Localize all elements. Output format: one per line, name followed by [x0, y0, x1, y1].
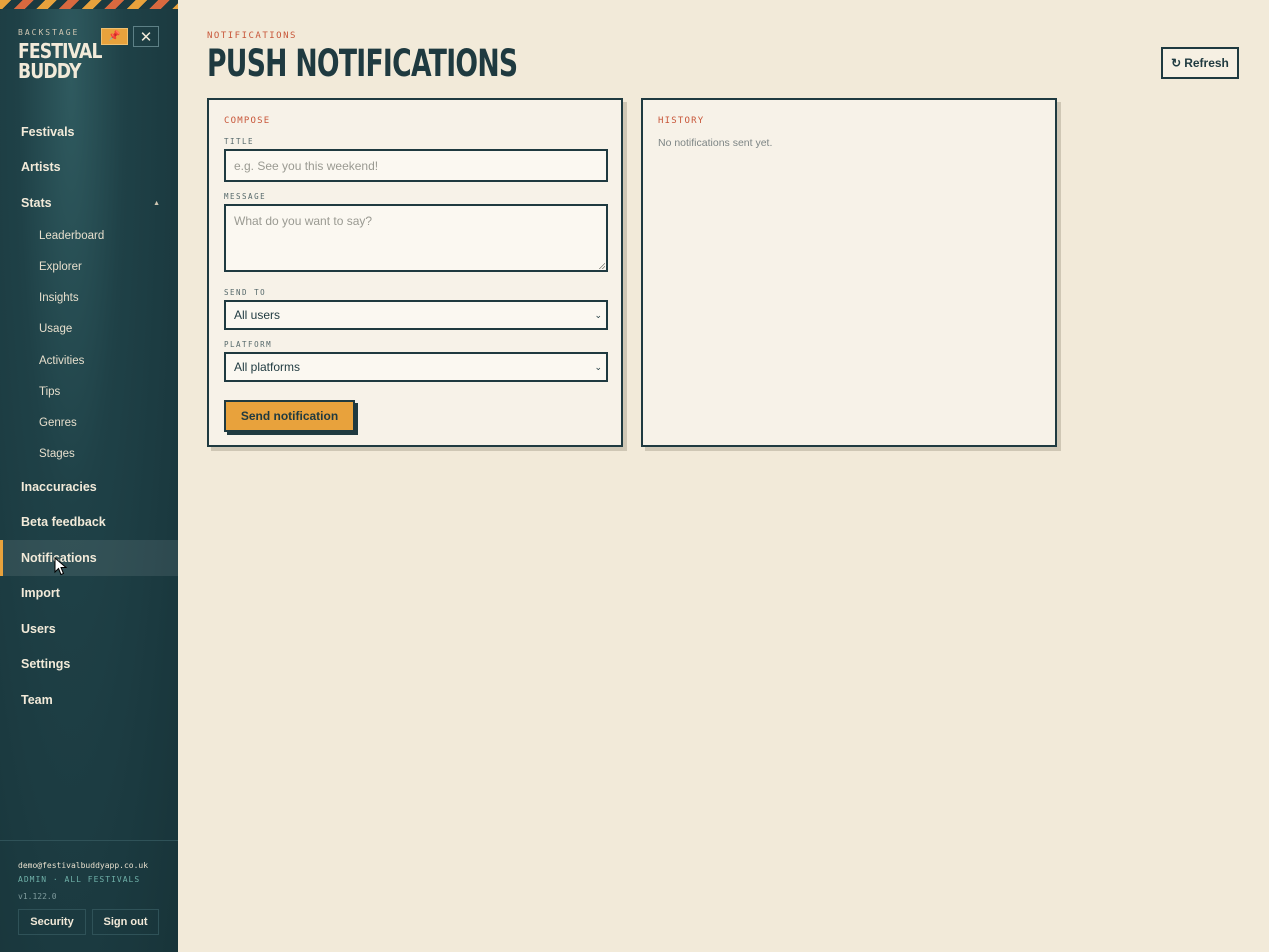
sidebar-item-usage[interactable]: Usage: [0, 311, 178, 347]
title-label: TITLE: [224, 137, 255, 146]
sidebar-item-inaccuracies[interactable]: Inaccuracies: [0, 469, 178, 505]
sidebar-item-label: Insights: [39, 292, 79, 304]
sidebar-item-label: Genres: [39, 417, 77, 429]
send-to-value: All users: [234, 308, 281, 322]
sidebar-item-label: Stats: [21, 196, 52, 210]
pin-sidebar-button[interactable]: 📌: [101, 28, 128, 45]
message-textarea[interactable]: What do you want to say?: [224, 204, 608, 272]
sidebar-item-label: Inaccuracies: [21, 480, 97, 494]
message-label: MESSAGE: [224, 192, 267, 201]
sidebar-item-notifications[interactable]: Notifications: [0, 540, 178, 576]
sidebar-item-festivals[interactable]: Festivals: [0, 114, 178, 150]
history-heading: HISTORY: [658, 116, 705, 126]
sidebar-item-stats[interactable]: Stats ▲: [0, 185, 178, 221]
refresh-button[interactable]: ↻ Refresh: [1161, 47, 1239, 79]
sidebar-item-label: Tips: [39, 386, 61, 398]
caret-up-icon: ▲: [153, 199, 160, 207]
compose-card: COMPOSE TITLE e.g. See you this weekend!…: [207, 98, 623, 447]
resize-handle-icon[interactable]: [599, 263, 605, 269]
sidebar: BACKSTAGE FESTIVAL BUDDY 📌 ✕ Festivals A…: [0, 0, 178, 952]
user-email: demo@festivalbuddyapp.co.uk: [18, 861, 149, 870]
brand-logo: BACKSTAGE FESTIVAL BUDDY: [18, 28, 102, 83]
sign-out-button[interactable]: Sign out: [92, 909, 159, 935]
refresh-label: Refresh: [1184, 56, 1229, 70]
title-input[interactable]: e.g. See you this weekend!: [224, 149, 608, 182]
sidebar-item-label: Beta feedback: [21, 515, 106, 529]
brand-kicker: BACKSTAGE: [18, 28, 80, 37]
app-version: v1.122.0: [18, 892, 57, 901]
sidebar-item-label: Stages: [39, 448, 75, 460]
mouse-cursor-icon: [54, 557, 68, 576]
sidebar-item-users[interactable]: Users: [0, 611, 178, 647]
sidebar-item-label: Festivals: [21, 125, 75, 139]
history-card: HISTORY No notifications sent yet.: [641, 98, 1057, 447]
hazard-stripe: [0, 0, 178, 9]
sidebar-item-label: Team: [21, 693, 53, 707]
title-placeholder: e.g. See you this weekend!: [234, 158, 379, 173]
chevron-down-icon: ⌄: [594, 309, 602, 320]
brand-name: FESTIVAL BUDDY: [18, 39, 102, 83]
compose-heading: COMPOSE: [224, 116, 271, 126]
refresh-icon: ↻: [1171, 56, 1182, 70]
sidebar-item-label: Explorer: [39, 261, 82, 273]
user-role: ADMIN · ALL FESTIVALS: [18, 875, 141, 884]
chevron-down-icon: ⌄: [594, 361, 602, 372]
send-notification-button[interactable]: Send notification: [224, 400, 355, 432]
sidebar-item-label: Activities: [39, 355, 85, 367]
sidebar-item-label: Leaderboard: [39, 230, 105, 242]
send-to-select[interactable]: All users ⌄: [224, 300, 608, 330]
page-kicker: NOTIFICATIONS: [207, 31, 297, 41]
sidebar-item-label: Usage: [39, 323, 73, 335]
sidebar-item-team[interactable]: Team: [0, 682, 178, 718]
platform-select[interactable]: All platforms ⌄: [224, 352, 608, 382]
sidebar-item-stages[interactable]: Stages: [0, 436, 178, 472]
close-sidebar-button[interactable]: ✕: [133, 26, 159, 47]
sidebar-item-artists[interactable]: Artists: [0, 149, 178, 185]
sidebar-item-beta-feedback[interactable]: Beta feedback: [0, 504, 178, 540]
sidebar-item-settings[interactable]: Settings: [0, 646, 178, 682]
close-icon: ✕: [139, 28, 153, 46]
sidebar-item-import[interactable]: Import: [0, 575, 178, 611]
security-button[interactable]: Security: [18, 909, 86, 935]
message-placeholder: What do you want to say?: [234, 214, 373, 228]
pin-icon: 📌: [108, 31, 121, 42]
page-title: PUSH NOTIFICATIONS: [207, 42, 518, 85]
send-to-label: SEND TO: [224, 288, 267, 297]
history-empty-text: No notifications sent yet.: [658, 137, 773, 149]
sidebar-item-label: Import: [21, 586, 60, 600]
sidebar-footer: demo@festivalbuddyapp.co.uk ADMIN · ALL …: [0, 840, 178, 952]
sidebar-item-label: Settings: [21, 657, 71, 671]
sidebar-item-label: Users: [21, 622, 56, 636]
sidebar-item-label: Artists: [21, 160, 61, 174]
platform-value: All platforms: [234, 360, 301, 374]
platform-label: PLATFORM: [224, 340, 273, 349]
